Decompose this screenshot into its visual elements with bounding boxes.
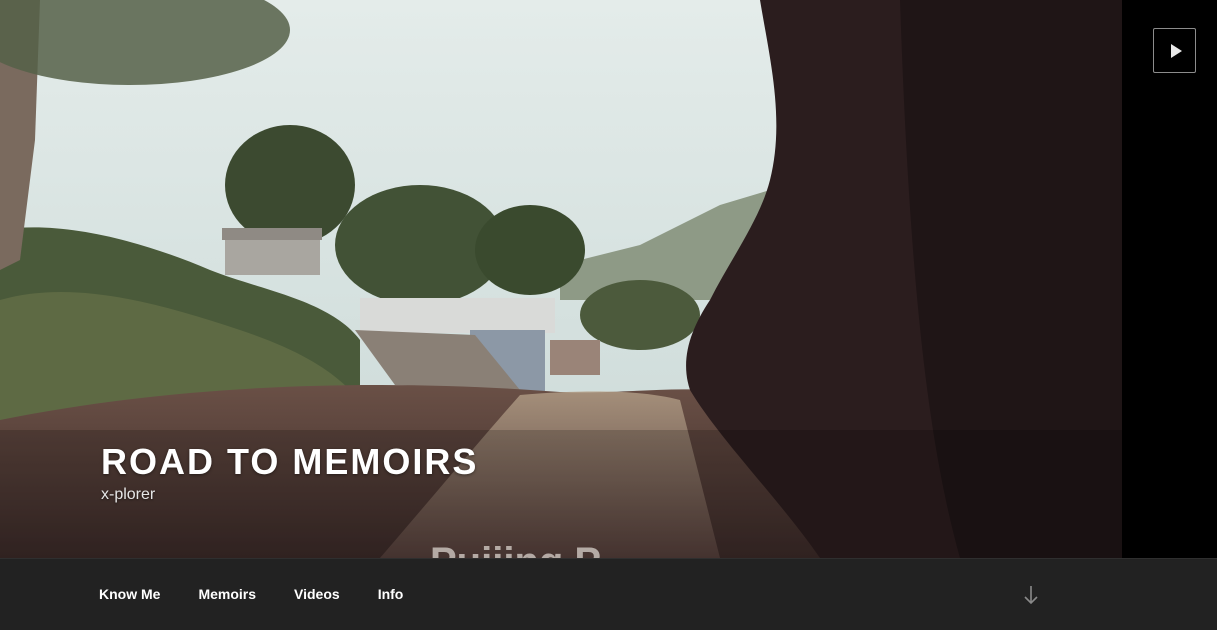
nav-item-memoirs[interactable]: Memoirs bbox=[179, 586, 275, 602]
video-play-button[interactable] bbox=[1153, 28, 1196, 73]
arrow-down-icon bbox=[1024, 586, 1038, 605]
main-navigation: Know Me Memoirs Videos Info bbox=[0, 558, 1217, 630]
video-caption-partial: Pujjing P bbox=[430, 540, 601, 558]
nav-item-videos[interactable]: Videos bbox=[275, 586, 359, 602]
custom-header: Pujjing P ROAD TO MEMOIRS x-plorer bbox=[0, 0, 1217, 558]
site-branding: ROAD TO MEMOIRS x-plorer bbox=[101, 440, 478, 504]
play-icon bbox=[1170, 43, 1182, 58]
site-title[interactable]: ROAD TO MEMOIRS bbox=[101, 440, 478, 484]
scroll-down-button[interactable] bbox=[1019, 583, 1043, 607]
nav-item-know-me[interactable]: Know Me bbox=[80, 586, 179, 602]
site-description: x-plorer bbox=[101, 486, 156, 503]
nav-item-info[interactable]: Info bbox=[359, 586, 423, 602]
nav-menu: Know Me Memoirs Videos Info bbox=[80, 559, 422, 630]
